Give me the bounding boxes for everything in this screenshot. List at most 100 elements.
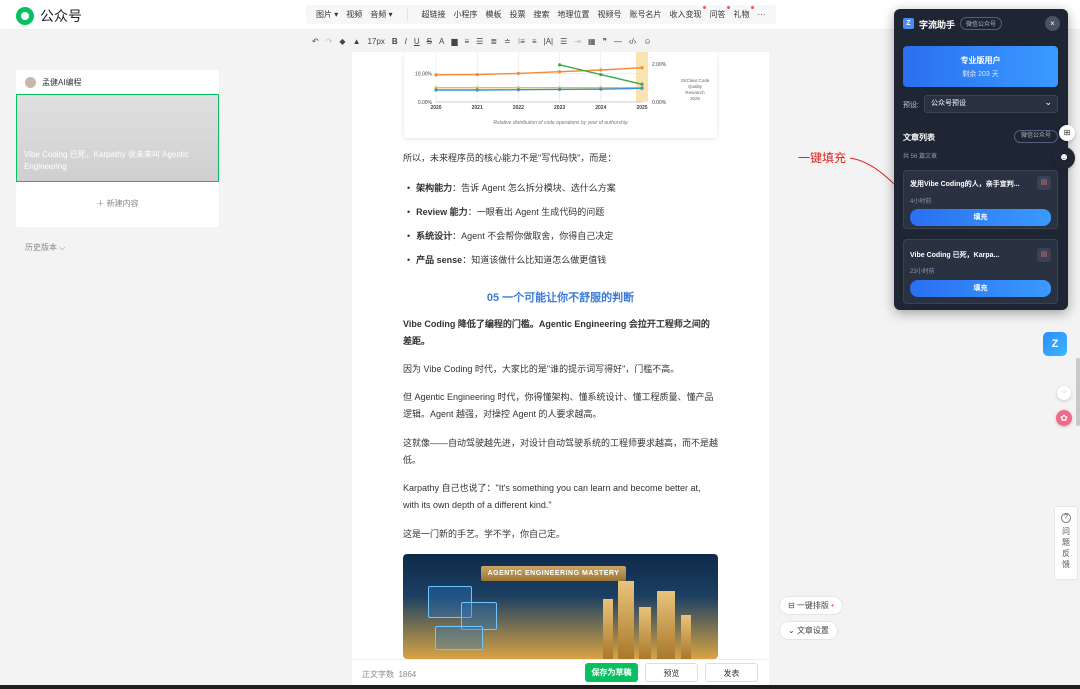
assistant-title: 字流助手 xyxy=(919,20,956,30)
new-content-button[interactable]: ＋ 新建内容 xyxy=(16,198,219,209)
zz-logo-icon[interactable]: Z xyxy=(1043,332,1067,356)
chart-point xyxy=(475,88,479,92)
flower-icon[interactable]: ✿ xyxy=(1056,410,1072,426)
article-list-title: 文章列表 xyxy=(903,133,935,142)
paragraph: 因为 Vibe Coding 时代，大家比的是"谁的提示词写得好"，门槛不高。 xyxy=(403,364,680,374)
document-icon[interactable]: ▤ xyxy=(1037,248,1051,262)
align-center-icon[interactable]: ☰ xyxy=(476,37,483,46)
menu-item[interactable]: 地理位置 xyxy=(554,9,594,20)
feature-menu-group: 超链接 小程序 模板 投票 搜索 地理位置 视频号 账号名片 收入变现 问答 礼物 ··· xyxy=(412,5,776,24)
page-scrollbar[interactable] xyxy=(1076,358,1080,426)
line-height-icon[interactable]: ≡ xyxy=(532,37,537,46)
taskbar-strip xyxy=(0,685,1080,689)
code-icon[interactable]: ‹/› xyxy=(629,37,637,46)
menu-item[interactable]: 音频 ▾ xyxy=(366,9,396,20)
chart-point xyxy=(516,71,520,76)
align-right-icon[interactable]: ≣ xyxy=(490,37,497,46)
chart-point xyxy=(558,63,562,67)
article-list-platform-tag[interactable]: 微信公众号 xyxy=(1014,130,1058,143)
emoji-icon[interactable]: ☺ xyxy=(643,37,651,46)
letter-spacing-icon[interactable]: |A| xyxy=(544,37,554,46)
article-settings-button[interactable]: ⌄ 文章设置 xyxy=(779,621,838,640)
redo-icon[interactable]: ↷ xyxy=(326,37,333,46)
auto-layout-button[interactable]: ⊟ 一键排版 • xyxy=(779,596,843,615)
editor-canvas[interactable]: 2020 2021 2022 2023 2024 2025 10.00% 0.00% 2.00%… xyxy=(352,52,769,659)
align-left-icon[interactable]: ≡ xyxy=(464,37,469,46)
menu-item[interactable]: ··· xyxy=(754,10,770,19)
close-icon[interactable]: × xyxy=(1045,16,1060,31)
article-card-selected[interactable]: Vibe Coding 已死，Karpathy 说未来叫 Agentic Eng… xyxy=(16,94,219,182)
chart-point xyxy=(599,87,603,91)
assistant-platform-tag: 微信公众号 xyxy=(960,17,1003,30)
align-justify-icon[interactable]: ≐ xyxy=(504,37,511,46)
chart-point xyxy=(475,72,479,77)
strikethrough-button[interactable]: S xyxy=(427,37,432,46)
undo-icon[interactable]: ↶ xyxy=(312,37,319,46)
chart-image: 2020 2021 2022 2023 2024 2025 10.00% 0.00% 2.00%… xyxy=(404,52,717,138)
card-title: 发用Vibe Coding的人，亲手宣判... xyxy=(910,181,1020,188)
chart-point xyxy=(640,66,644,70)
fill-button[interactable]: 填充 xyxy=(910,209,1051,226)
apps-icon[interactable]: ⁘ xyxy=(1057,386,1071,400)
banner-decoration xyxy=(435,626,483,650)
font-color-button[interactable]: A xyxy=(439,37,444,46)
indent-icon[interactable]: ⇥ xyxy=(574,37,581,46)
menu-item[interactable]: 礼物 xyxy=(730,6,754,20)
card-time: 23小时前 xyxy=(910,269,935,275)
article-list-panel: 孟健AI编程 Vibe Coding 已死，Karpathy 说未来叫 Agen… xyxy=(16,70,219,227)
menu-item[interactable]: 账号名片 xyxy=(626,9,666,20)
menu-item[interactable]: 图片 ▾ xyxy=(312,9,342,20)
feedback-button[interactable]: ? 问题反馈 xyxy=(1054,506,1078,580)
chart-caption: Relative distribution of code operations… xyxy=(493,120,628,126)
list-item[interactable]: Vibe Coding 已死，Karpa... ▤ 23小时前 填充 xyxy=(903,239,1058,304)
menu-item[interactable]: 搜索 xyxy=(530,9,554,20)
chart-x-tick-label: 2022 xyxy=(513,105,524,111)
menu-item[interactable]: 投票 xyxy=(506,9,530,20)
account-name: 孟健AI编程 xyxy=(42,77,82,87)
format-painter-icon[interactable]: ◆ xyxy=(339,37,345,46)
brand-name: 公众号 xyxy=(40,8,82,24)
chart-series-line xyxy=(435,67,643,76)
paragraph: Vibe Coding 降低了编程的门槛。Agentic Engineering… xyxy=(403,319,710,346)
preset-select[interactable]: 公众号预设 xyxy=(924,94,1058,113)
menu-item[interactable]: 视频 xyxy=(342,9,366,20)
feedback-label: 问题反馈 xyxy=(1062,527,1070,569)
card-time: 4小时前 xyxy=(910,199,932,205)
media-menu-group: 图片 ▾ 视频 音频 ▾ xyxy=(306,5,403,24)
menu-item[interactable]: 视频号 xyxy=(594,9,626,20)
clear-format-icon[interactable]: ▲ xyxy=(353,37,361,46)
insert-menu: 图片 ▾ 视频 音频 ▾ 超链接 小程序 模板 投票 搜索 地理位置 视频号 账号名片 收入变现 问答… xyxy=(306,5,776,24)
grid-icon[interactable]: ⊞ xyxy=(1059,125,1075,141)
quote-icon[interactable]: ❞ xyxy=(603,37,607,46)
word-count: 正文字数 1864 xyxy=(362,670,417,679)
robot-icon[interactable]: ☻ xyxy=(1053,147,1075,169)
history-version-button[interactable]: 历史版本 ⌵ xyxy=(25,242,65,253)
list-item: 架构能力：告诉 Agent 怎么拆分模块、选什么方案 xyxy=(407,181,616,194)
menu-item[interactable]: 模板 xyxy=(482,9,506,20)
pro-user-card[interactable]: 专业版用户 剩余 203 天 xyxy=(903,46,1058,87)
menu-item[interactable]: 收入变现 xyxy=(666,6,706,20)
bold-button[interactable]: B xyxy=(392,37,398,46)
menu-item[interactable]: 超链接 xyxy=(418,9,450,20)
menu-item[interactable]: 小程序 xyxy=(450,9,482,20)
background-color-button[interactable]: ▆ xyxy=(451,37,457,46)
font-size-select[interactable]: 17px xyxy=(367,37,384,46)
chevron-down-icon: ⌵ xyxy=(59,243,66,252)
menu-item[interactable]: 问答 xyxy=(706,6,730,20)
italic-button[interactable]: I xyxy=(405,37,407,46)
brand-logo[interactable]: 公众号 xyxy=(16,6,82,26)
preview-button[interactable]: 预览 xyxy=(645,663,698,682)
underline-button[interactable]: U xyxy=(414,37,420,46)
table-icon[interactable]: ▦ xyxy=(588,37,596,46)
annotation-label: 一键填充 xyxy=(798,151,847,165)
ordered-list-icon[interactable]: ⁝≡ xyxy=(518,37,525,46)
list-item[interactable]: 发用Vibe Coding的人，亲手宣判... ▤ 4小时前 填充 xyxy=(903,170,1058,229)
paragraph: 这就像——自动驾驶越先进，对设计自动驾驶系统的工程师要求越高，而不是越低。 xyxy=(403,438,719,465)
fill-button[interactable]: 填充 xyxy=(910,280,1051,297)
banner-decoration xyxy=(681,615,691,659)
divider-icon[interactable]: — xyxy=(614,37,622,46)
unordered-list-icon[interactable]: ☰ xyxy=(560,37,567,46)
document-icon[interactable]: ▤ xyxy=(1037,176,1051,190)
publish-button[interactable]: 发表 xyxy=(705,663,758,682)
save-draft-button[interactable]: 保存为草稿 xyxy=(585,663,638,682)
